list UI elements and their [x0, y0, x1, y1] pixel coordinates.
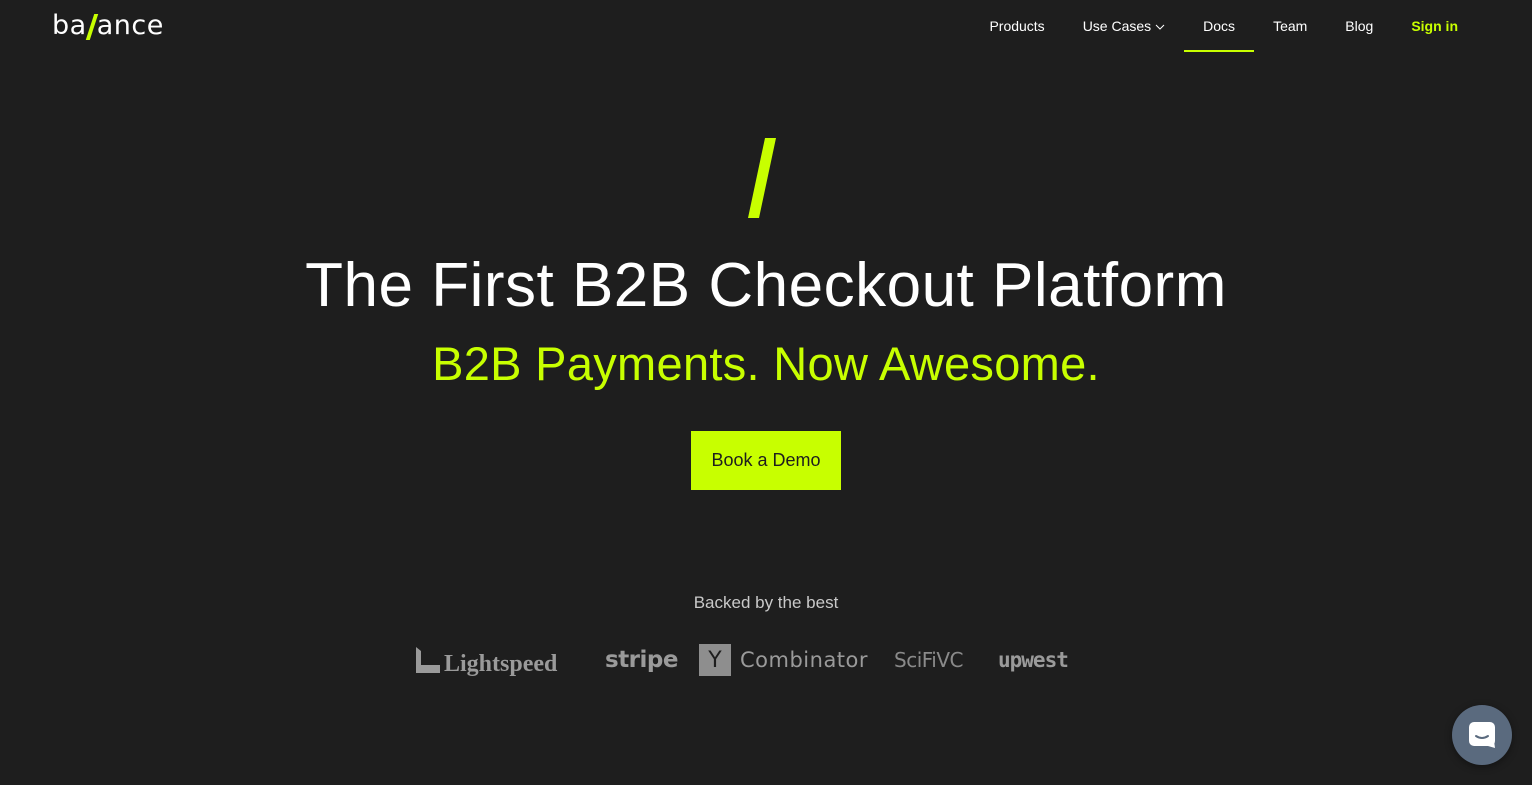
book-demo-button[interactable]: Book a Demo — [691, 431, 841, 490]
backer-name: Lightspeed — [444, 650, 558, 677]
y-combinator-logo: Y Combinator — [699, 640, 868, 680]
nav-item-label: Blog — [1345, 18, 1374, 34]
logo-text-left: ba — [52, 9, 87, 41]
nav-item-label: Use Cases — [1082, 18, 1152, 34]
main-nav: Products Use Cases Docs Team Blog Sign i… — [970, 0, 1477, 52]
chat-launcher-button[interactable] — [1452, 705, 1512, 765]
lightspeed-logo: Lightspeed — [416, 640, 557, 680]
nav-item-use-cases[interactable]: Use Cases — [1064, 0, 1184, 52]
backer-name: stripe — [605, 647, 678, 673]
stripe-logo: stripe — [605, 640, 678, 680]
nav-item-blog[interactable]: Blog — [1326, 0, 1392, 52]
chat-bubble-icon — [1469, 722, 1495, 748]
sign-in-link[interactable]: Sign in — [1392, 0, 1477, 52]
upwest-logo: upwest — [998, 640, 1069, 680]
hero-subtitle: B2B Payments. Now Awesome. — [432, 337, 1100, 390]
backer-name: SciFiVC — [894, 648, 964, 672]
nav-item-products[interactable]: Products — [970, 0, 1063, 52]
backers-logos: Lightspeed stripe Y Combinator SciFiVC u… — [0, 640, 1532, 680]
backer-name: upwest — [998, 648, 1069, 672]
scifi-vc-logo: SciFiVC — [894, 640, 964, 680]
nav-item-label: Docs — [1203, 18, 1236, 34]
lightspeed-mark-icon — [416, 647, 440, 673]
backer-name: Combinator — [740, 648, 869, 672]
balance-logo[interactable]: ba ance — [52, 8, 164, 42]
nav-item-label: Products — [989, 18, 1045, 34]
chevron-down-icon — [1155, 24, 1165, 30]
hero-title: The First B2B Checkout Platform — [305, 251, 1227, 320]
nav-item-team[interactable]: Team — [1254, 0, 1326, 52]
nav-item-label: Team — [1273, 18, 1308, 34]
yc-badge: Y — [699, 644, 731, 676]
nav-item-docs[interactable]: Docs — [1184, 0, 1254, 52]
backers-heading: Backed by the best — [693, 593, 839, 612]
hero-slash-icon — [748, 138, 776, 218]
logo-text-right: ance — [96, 9, 164, 41]
page: ba ance Products Use Cases Docs Team Blo… — [0, 0, 1532, 785]
